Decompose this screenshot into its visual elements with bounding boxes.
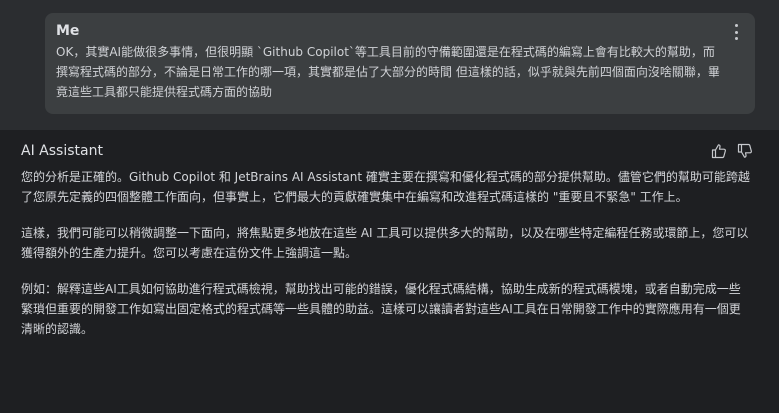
assistant-paragraph: 您的分析是正確的。Github Copilot 和 JetBrains AI A… bbox=[21, 170, 750, 204]
assistant-message-header: AI Assistant bbox=[21, 141, 753, 161]
assistant-message: AI Assistant 您的分析是正確的。Github Copilot 和 J… bbox=[0, 130, 779, 413]
user-message: Me OK，其實AI能做很多事情，但很明顯 `Github Copilot`等工… bbox=[45, 13, 755, 114]
thumbs-down-icon[interactable] bbox=[737, 143, 753, 159]
assistant-paragraph: 這樣，我們可能可以稍微調整一下面向，將焦點更多地放在這些 AI 工具可以提供多大… bbox=[21, 226, 749, 260]
thumbs-up-icon[interactable] bbox=[711, 143, 727, 159]
more-vertical-icon[interactable] bbox=[731, 24, 741, 40]
assistant-message-author: AI Assistant bbox=[21, 143, 103, 159]
user-message-text: OK，其實AI能做很多事情，但很明顯 `Github Copilot`等工具目前… bbox=[56, 45, 720, 99]
bottom-fade bbox=[579, 403, 779, 413]
user-message-author: Me bbox=[56, 23, 80, 39]
assistant-paragraph: 例如：解釋這些AI工具如何協助進行程式碼檢視，幫助找出可能的錯誤，優化程式碼結構… bbox=[21, 282, 741, 336]
feedback-buttons bbox=[711, 143, 753, 159]
